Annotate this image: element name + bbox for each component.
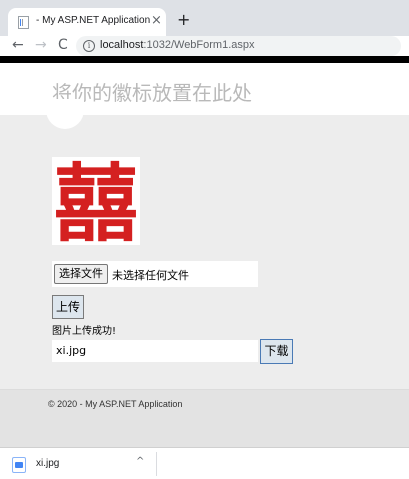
file-status-text: 未选择任何文件 [112, 269, 189, 282]
footer-text: © 2020 - My ASP.NET Application [48, 399, 183, 409]
browser-toolbar: ← → C i localhost:1032/WebForm1.aspx [0, 36, 409, 56]
site-footer: © 2020 - My ASP.NET Application [0, 390, 409, 447]
back-icon[interactable]: ← [12, 35, 24, 55]
download-button[interactable]: 下载 [260, 339, 293, 364]
new-tab-icon[interactable]: + [177, 12, 190, 28]
chevron-up-icon[interactable]: ^ [136, 456, 144, 467]
tab-title: - My ASP.NET Application [36, 15, 151, 26]
file-upload-field[interactable]: 选择文件 未选择任何文件 [52, 261, 258, 287]
choose-file-button[interactable]: 选择文件 [54, 264, 108, 284]
page-body: 将你的徽标放置在此处 囍 选择文件 未选择任何文件 上传 图片上传成功! 下载 … [0, 63, 409, 447]
url-host: localhost [100, 39, 144, 51]
page-icon [18, 16, 29, 29]
uploaded-image: 囍 [52, 154, 140, 253]
download-shelf: xi.jpg ^ [0, 447, 409, 479]
forward-icon[interactable]: → [35, 35, 47, 55]
filename-input[interactable] [52, 340, 258, 362]
info-icon[interactable]: i [83, 40, 95, 52]
close-tab-icon[interactable]: × [151, 13, 162, 29]
browser-tab[interactable]: - My ASP.NET Application × [8, 8, 166, 36]
address-bar[interactable]: i localhost:1032/WebForm1.aspx [76, 36, 401, 56]
image-file-icon [12, 457, 26, 473]
navbar-strip [0, 56, 409, 63]
upload-button[interactable]: 上传 [52, 295, 84, 319]
reload-icon[interactable]: C [58, 35, 68, 55]
download-item[interactable]: xi.jpg ^ [8, 452, 157, 476]
url-text[interactable]: localhost:1032/WebForm1.aspx [100, 39, 255, 51]
upload-status-message: 图片上传成功! [52, 326, 117, 337]
url-path: :1032/WebForm1.aspx [143, 39, 255, 51]
image-character: 囍 [54, 157, 138, 245]
double-happiness-image: 囍 [54, 154, 138, 253]
browser-tab-strip: - My ASP.NET Application × + [0, 0, 409, 36]
download-file-name[interactable]: xi.jpg [36, 458, 59, 469]
logo-placeholder [46, 99, 84, 129]
